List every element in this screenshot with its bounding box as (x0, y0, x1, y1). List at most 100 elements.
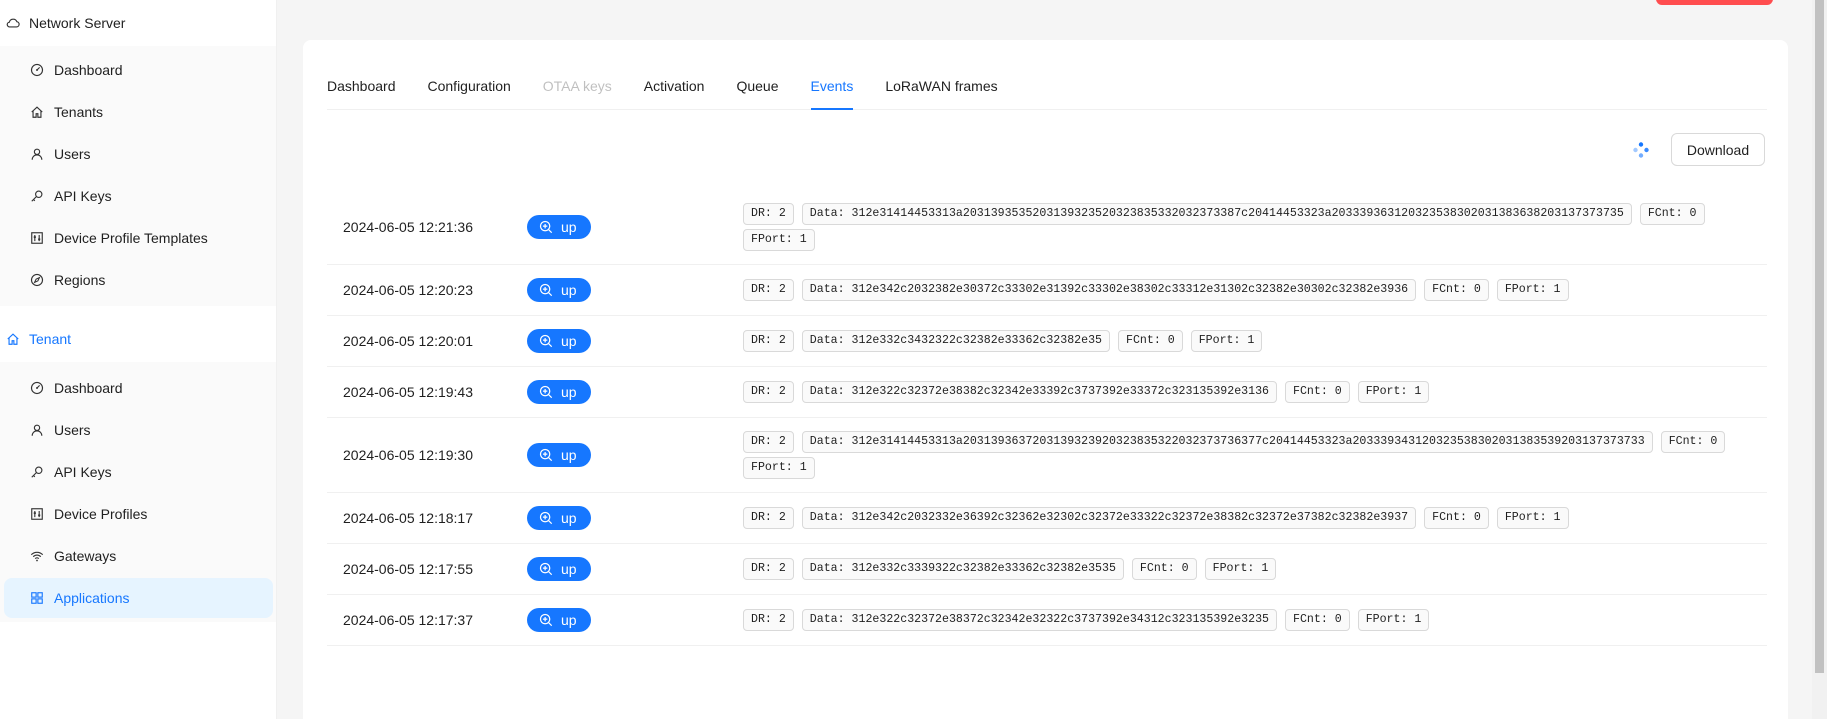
cloud-icon (6, 16, 20, 30)
tenant-header[interactable]: Tenant (0, 316, 276, 362)
sidebar-item-api-keys[interactable]: API Keys (4, 176, 273, 216)
sidebar-item-tenants[interactable]: Tenants (4, 92, 273, 132)
table-row: 2024-06-05 12:20:01 up DR: 2 Data: 312e332c… (327, 316, 1767, 367)
event-tag: DR: 2 (743, 558, 794, 580)
sidebar-item-label: API Keys (54, 188, 112, 204)
event-tag: DR: 2 (743, 609, 794, 631)
scrollbar-thumb[interactable] (1815, 0, 1824, 673)
event-tag: Data: 312e322c32372e38372c32342e32322c37… (801, 609, 1277, 631)
appstore-icon (30, 591, 44, 605)
event-type-cell: up (527, 215, 743, 239)
event-type-label: up (561, 384, 577, 400)
event-tag: Data: 312e342c2032382e30372c33302e31392c… (801, 279, 1417, 301)
event-timestamp: 2024-06-05 12:19:43 (343, 384, 473, 400)
event-tag: FCnt: 0 (1424, 279, 1489, 301)
event-up-button[interactable]: up (527, 506, 591, 530)
event-tag: Data: 312e332c3432322c32382e33362c32382e… (801, 330, 1111, 352)
event-tag: FPort: 1 (1496, 279, 1569, 301)
event-up-button[interactable]: up (527, 380, 591, 404)
tab-dashboard[interactable]: Dashboard (327, 78, 396, 109)
event-tag: FCnt: 0 (1131, 558, 1197, 580)
event-tag: Data: 312e342c2032332e36392c32362e32302c… (801, 507, 1417, 529)
sidebar-item-device-profile-templates[interactable]: Device Profile Templates (4, 218, 273, 258)
event-tag: FPort: 1 (743, 457, 815, 479)
event-type-cell: up (527, 329, 743, 353)
sidebar-item-users[interactable]: Users (4, 410, 273, 450)
tab-configuration[interactable]: Configuration (428, 78, 511, 109)
event-tag: FCnt: 0 (1660, 431, 1726, 453)
sidebar-item-regions[interactable]: Regions (4, 260, 273, 300)
delete-button[interactable] (1656, 0, 1773, 5)
event-tags: DR: 2 Data: 312e31414453313a2031393637203… (743, 419, 1767, 491)
event-up-button[interactable]: up (527, 557, 591, 581)
event-timestamp: 2024-06-05 12:21:36 (343, 219, 473, 235)
event-type-label: up (561, 282, 577, 298)
event-tag: Data: 312e322c32372e38382c32342e33392c37… (801, 381, 1277, 403)
tenant-section: Tenant Dashboard Users API Keys Device Prof… (0, 316, 276, 622)
sidebar-item-dashboard[interactable]: Dashboard (4, 368, 273, 408)
event-type-label: up (561, 333, 577, 349)
sidebar-item-label: Regions (54, 272, 106, 288)
sidebar-item-label: Device Profile Templates (54, 230, 208, 246)
event-up-button[interactable]: up (527, 608, 591, 632)
event-up-button[interactable]: up (527, 443, 591, 467)
table-row: 2024-06-05 12:17:55 up DR: 2 Data: 312e332c… (327, 544, 1767, 595)
event-type-cell: up (527, 278, 743, 302)
network-server-header[interactable]: Network Server (0, 0, 276, 46)
event-tag: DR: 2 (743, 431, 794, 453)
sidebar-item-label: API Keys (54, 464, 112, 480)
table-row: 2024-06-05 12:21:36 up DR: 2 Data: 312e3141… (327, 190, 1767, 265)
tab-lorawan-frames[interactable]: LoRaWAN frames (885, 78, 997, 109)
event-tag: FCnt: 0 (1284, 609, 1350, 631)
event-tag: FCnt: 0 (1639, 203, 1705, 225)
tab-activation[interactable]: Activation (644, 78, 705, 109)
sidebar-item-device-profiles[interactable]: Device Profiles (4, 494, 273, 534)
event-up-button[interactable]: up (527, 215, 591, 239)
sidebar-item-label: Dashboard (54, 62, 123, 78)
sidebar-item-dashboard[interactable]: Dashboard (4, 50, 273, 90)
event-up-button[interactable]: up (527, 329, 591, 353)
zoom-in-icon (539, 562, 553, 576)
tab-events[interactable]: Events (810, 78, 853, 110)
sidebar-item-label: Gateways (54, 548, 117, 564)
sidebar-item-label: Tenants (54, 104, 104, 120)
event-tag: DR: 2 (743, 203, 794, 225)
event-type-cell: up (527, 506, 743, 530)
event-tags: DR: 2 Data: 312e322c32372e38382c32342e333… (743, 369, 1767, 415)
event-timestamp: 2024-06-05 12:20:23 (343, 282, 473, 298)
event-timestamp: 2024-06-05 12:20:01 (343, 333, 473, 349)
sidebar-item-api-keys[interactable]: API Keys (4, 452, 273, 492)
event-tag: FPort: 1 (1190, 330, 1263, 352)
event-type-cell: up (527, 608, 743, 632)
sidebar-item-label: Dashboard (54, 380, 123, 396)
page-scrollbar[interactable] (1812, 0, 1827, 719)
event-tag: FPort: 1 (1357, 609, 1430, 631)
table-row: 2024-06-05 12:19:43 up DR: 2 Data: 312e322c… (327, 367, 1767, 418)
event-tag: Data: 312e332c3339322c32382e33362c32382e… (801, 558, 1124, 580)
zoom-in-icon (539, 220, 553, 234)
user-icon (30, 423, 44, 437)
event-tag: DR: 2 (743, 330, 794, 352)
zoom-in-icon (539, 448, 553, 462)
wifi-icon (30, 549, 44, 563)
tab-queue[interactable]: Queue (736, 78, 778, 109)
download-button[interactable]: Download (1671, 133, 1765, 166)
event-tags: DR: 2 Data: 312e332c3339322c32382e33362c3… (743, 546, 1767, 592)
device-card: Dashboard Configuration OTAA keys Activatio… (303, 40, 1788, 719)
event-up-button[interactable]: up (527, 278, 591, 302)
sidebar-item-users[interactable]: Users (4, 134, 273, 174)
event-tag: FPort: 1 (1496, 507, 1569, 529)
event-tags: DR: 2 Data: 312e332c3432322c32382e33362c3… (743, 318, 1767, 364)
zoom-in-icon (539, 283, 553, 297)
event-tag: FPort: 1 (743, 229, 815, 251)
event-tag: FCnt: 0 (1118, 330, 1183, 352)
key-icon (30, 465, 44, 479)
sidebar-item-applications[interactable]: Applications (4, 578, 273, 618)
event-tag: FCnt: 0 (1284, 381, 1350, 403)
sidebar-item-gateways[interactable]: Gateways (4, 536, 273, 576)
table-row: 2024-06-05 12:17:37 up DR: 2 Data: 312e322c… (327, 595, 1767, 646)
event-tags: DR: 2 Data: 312e31414453313a2031393535203… (743, 191, 1767, 263)
sidebar-item-label: Device Profiles (54, 506, 148, 522)
zoom-in-icon (539, 334, 553, 348)
event-timestamp: 2024-06-05 12:19:30 (343, 447, 473, 463)
